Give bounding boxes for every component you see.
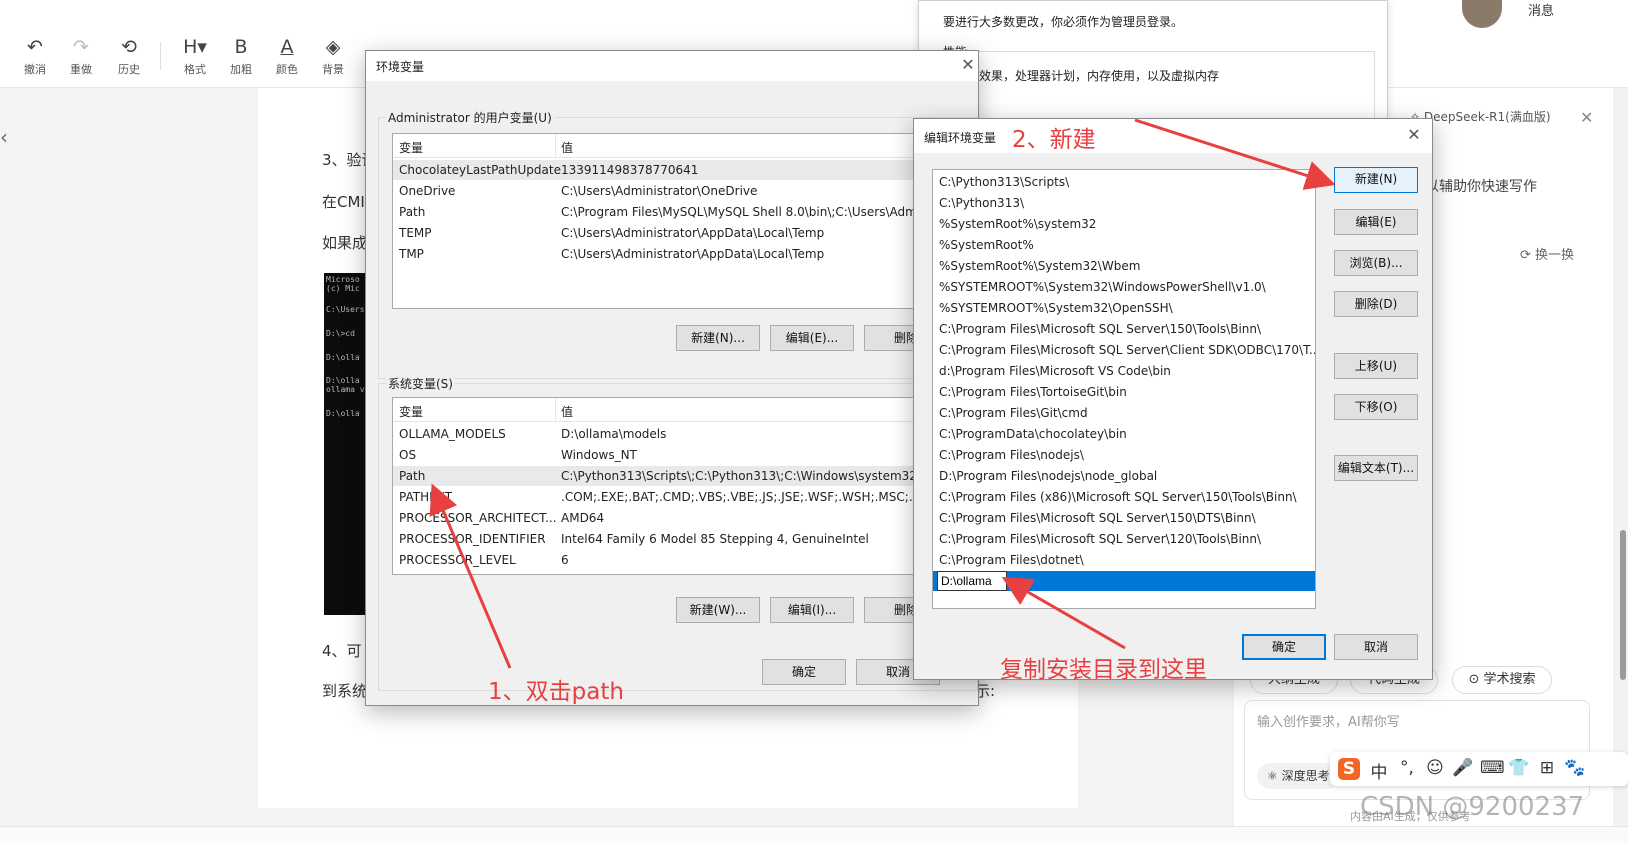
keyboard-icon[interactable]: ⌨ <box>1480 758 1505 778</box>
arrow-to-input <box>1001 577 1126 650</box>
arrow-to-new-button <box>1134 118 1336 190</box>
chinese-mode-icon[interactable]: 中 <box>1368 758 1390 783</box>
annotation-step3: 复制安装目录到这里 <box>1000 657 1207 683</box>
watermark: CSDN @9200237 <box>1360 792 1585 822</box>
skin-icon[interactable]: 👕 <box>1508 758 1530 778</box>
punctuation-icon[interactable]: °, <box>1396 758 1418 778</box>
emoji-icon[interactable]: ☺ <box>1424 758 1446 778</box>
ime-toolbar: S 中 °, ☺ 🎤 ⌨ 👕 ⊞ 🐾 <box>1330 752 1628 786</box>
toolbox-icon[interactable]: ⊞ <box>1536 758 1558 778</box>
sogou-logo-icon[interactable]: S <box>1338 758 1360 780</box>
status-strip <box>0 826 1628 843</box>
mascot-icon[interactable]: 🐾 <box>1564 758 1586 778</box>
microphone-icon[interactable]: 🎤 <box>1452 758 1474 778</box>
annotation-arrows <box>429 118 1336 669</box>
annotation-step1: 1、双击path <box>488 679 624 705</box>
arrow-to-path <box>429 483 512 669</box>
annotation-step2: 2、新建 <box>1012 127 1096 153</box>
